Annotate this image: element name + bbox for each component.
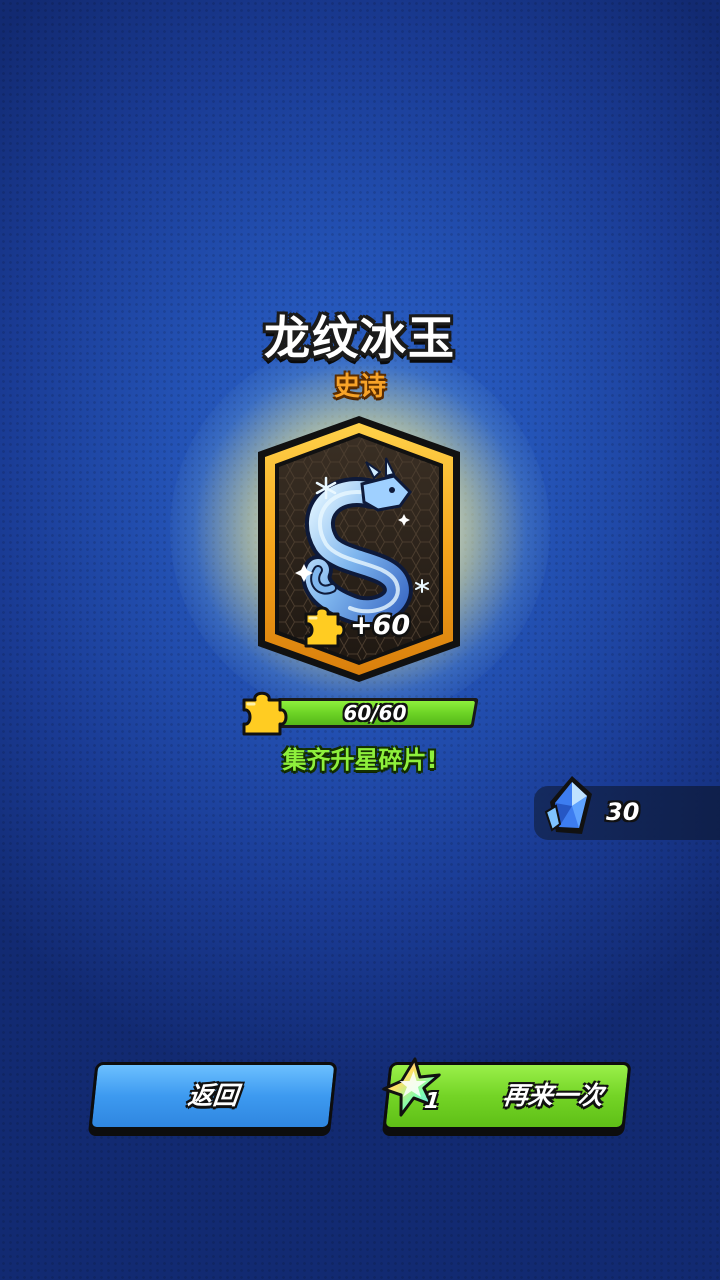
item-rarity: 史诗	[333, 372, 386, 402]
currency-value: 30	[606, 798, 640, 826]
progress-message: 集齐升星碎片!	[282, 746, 438, 774]
ticket-count: 1	[423, 1089, 442, 1114]
currency-counter: 30	[534, 776, 720, 840]
draw-again-button[interactable]: 1 再来一次	[382, 1057, 632, 1130]
shard-progress: 60/60	[238, 688, 479, 736]
back-button[interactable]: 返回	[88, 1062, 338, 1130]
item-name: 龙纹冰玉	[264, 311, 456, 365]
card-frame	[258, 416, 460, 682]
progress-text: 60/60	[343, 701, 407, 725]
shard-gain: +60	[350, 610, 411, 641]
puzzle-piece-icon	[304, 606, 346, 648]
back-button-label: 返回	[186, 1081, 240, 1110]
item-card: +60	[254, 414, 464, 684]
blue-crystal-icon	[544, 776, 592, 834]
draw-again-button-label: 再来一次	[501, 1081, 605, 1110]
reward-screen: 龙纹冰玉 史诗 +60 60/60 集齐升星碎片! 30 返回 1 再来一次	[0, 0, 720, 1280]
